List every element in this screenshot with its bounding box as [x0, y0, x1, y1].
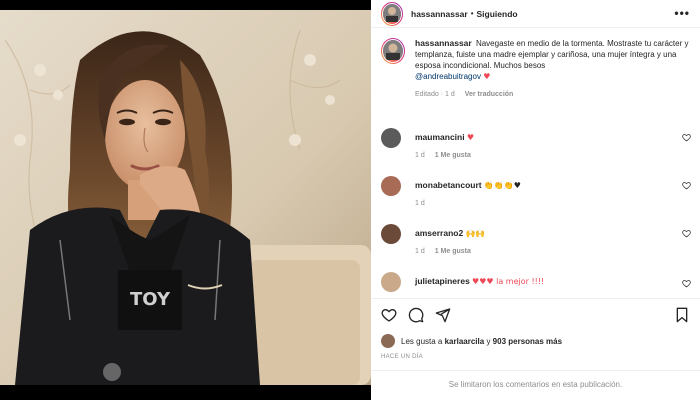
author-avatar[interactable] [381, 1, 403, 26]
comment-text-row: monabetancourt 👏👏👏♥ [415, 180, 521, 190]
portrait-image: TOY [0, 0, 371, 400]
small-heart-icon[interactable] [682, 181, 691, 192]
comment-item: monabetancourt 👏👏👏♥ 1 d [381, 176, 691, 216]
comment-meta: 1 d [415, 200, 425, 207]
comment-item: julietapineres ♥♥♥ la mejor !!!! [381, 272, 691, 296]
following-button[interactable]: Siguiendo [477, 9, 518, 19]
post-actions: Les gusta a karlaarcila y 903 personas m… [371, 298, 700, 400]
caption-heart-emoji: ♥ [483, 72, 491, 81]
post-header: hassannassar • Siguiendo ••• [371, 0, 700, 28]
comment-username[interactable]: amserrano2 [415, 228, 463, 238]
comment-likes[interactable]: 1 Me gusta [435, 152, 471, 159]
comment-time[interactable]: 1 d [415, 248, 425, 255]
share-icon[interactable] [435, 307, 451, 323]
comment-text-row: amserrano2 🙌🙌 [415, 228, 485, 238]
caption-meta: Editado · 1 d Ver traducción [415, 89, 691, 100]
comment-body: 🙌🙌 [465, 229, 486, 238]
comment-time[interactable]: 1 d [415, 152, 425, 159]
like-heart-icon[interactable] [381, 307, 397, 323]
caption-username[interactable]: hassannassar [415, 38, 472, 48]
caption-time[interactable]: 1 d [445, 91, 455, 98]
comment-username[interactable]: julietapineres [415, 276, 470, 286]
post-details-panel: hassannassar • Siguiendo ••• hassannassa… [371, 0, 700, 400]
comment-body: ♥ [466, 133, 475, 142]
comment-likes[interactable]: 1 Me gusta [435, 248, 471, 255]
see-translation-button[interactable]: Ver traducción [465, 91, 514, 98]
post-photo[interactable]: TOY [0, 0, 371, 400]
comment-time[interactable]: 1 d [415, 200, 425, 207]
comment-avatar[interactable] [381, 224, 401, 244]
instagram-post-view: TOY hassannassar • Siguiendo ••• hassann… [0, 0, 700, 400]
comment-text-row: maumancini ♥ [415, 132, 474, 142]
post-time-ago[interactable]: HACE UN DÍA [381, 354, 423, 360]
save-bookmark-icon[interactable] [674, 307, 690, 323]
small-heart-icon[interactable] [682, 229, 691, 240]
comment-icon[interactable] [408, 307, 424, 323]
author-avatar-image [383, 3, 401, 22]
comment-item: amserrano2 🙌🙌 1 d 1 Me gusta [381, 224, 691, 264]
small-heart-icon[interactable] [682, 279, 691, 290]
comment-body: 👏👏👏♥ [483, 181, 521, 190]
comment-avatar[interactable] [381, 128, 401, 148]
comments-limited-notice: Se limitaron los comentarios en esta pub… [371, 370, 700, 400]
caption-avatar[interactable] [381, 38, 405, 64]
comment-item: maumancini ♥ 1 d 1 Me gusta [381, 128, 691, 168]
small-heart-icon[interactable] [682, 133, 691, 144]
header-separator: • [470, 9, 474, 18]
comment-avatar[interactable] [381, 176, 401, 196]
comment-text-row: julietapineres ♥♥♥ la mejor !!!! [415, 276, 544, 286]
likes-prefix: Les gusta a [401, 336, 443, 346]
comment-meta: 1 d 1 Me gusta [415, 152, 471, 159]
caption-text-block: hassannassar Navegaste en medio de la to… [415, 38, 691, 100]
svg-text:TOY: TOY [130, 289, 171, 310]
likes-and: y [486, 336, 491, 346]
comment-avatar[interactable] [381, 272, 401, 292]
liker-username[interactable]: karlaarcila [445, 337, 485, 346]
caption-edited: Editado [415, 91, 439, 98]
likes-count-button[interactable]: 903 personas más [493, 337, 562, 346]
liker-avatar[interactable] [381, 334, 395, 348]
caption-mention[interactable]: @andreabuitragov [415, 72, 481, 81]
comment-username[interactable]: maumancini [415, 132, 465, 142]
comment-body: ♥♥♥ la mejor !!!! [472, 277, 545, 286]
comment-username[interactable]: monabetancourt [415, 180, 482, 190]
caption-avatar-image [383, 40, 403, 60]
more-options-icon[interactable]: ••• [674, 6, 690, 20]
comment-meta: 1 d 1 Me gusta [415, 248, 471, 255]
author-username[interactable]: hassannassar [411, 9, 468, 19]
caption-separator: · [440, 91, 444, 98]
likes-summary: Les gusta a karlaarcila y 903 personas m… [381, 334, 562, 348]
